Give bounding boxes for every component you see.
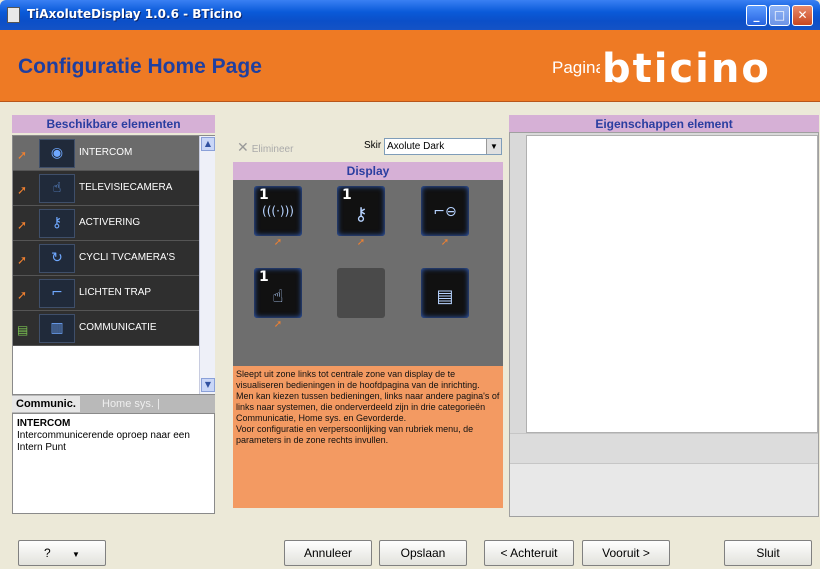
help-label: ?: [44, 546, 51, 560]
key-icon: ⚷: [39, 209, 75, 238]
drag-handle-icon[interactable]: ➚: [438, 238, 452, 248]
next-button[interactable]: Vooruit >: [582, 540, 670, 566]
minimize-icon: _: [753, 8, 760, 22]
minimize-button[interactable]: _: [746, 5, 767, 26]
bticino-logo: bticino: [600, 46, 812, 92]
tile-number: 1: [342, 187, 352, 203]
list-item-communicatie[interactable]: ▤ ▥ COMMUNICATIE: [13, 311, 199, 346]
properties-area[interactable]: [526, 135, 818, 433]
properties-band: [510, 463, 818, 516]
display-tile-empty[interactable]: [337, 268, 385, 318]
key-icon: ⚷: [354, 204, 368, 225]
stair-light-icon: ⌐⊖: [433, 204, 457, 220]
description-text: Intercommunicerende oproep naar een Inte…: [17, 430, 190, 453]
cancel-button[interactable]: Annuleer: [284, 540, 372, 566]
stair-light-icon: ⌐: [39, 279, 75, 308]
page-title: Configuratie Home Page: [18, 55, 262, 78]
display-grid: 1 (((·))) ➚ 1 ⚷ ➚ ⌐⊖ ➚ 1 ☝ ➚ ▤: [233, 180, 503, 366]
chevron-down-icon[interactable]: ▼: [486, 139, 501, 154]
drag-handle-icon[interactable]: ➚: [17, 288, 31, 302]
list-item-intercom[interactable]: ➚ ◉ INTERCOM: [13, 136, 199, 171]
description-title: INTERCOM: [17, 418, 71, 429]
list-item-cycli-tvcameras[interactable]: ➚ ↻ CYCLI TVCAMERA'S: [13, 241, 199, 276]
skin-value: Axolute Dark: [387, 141, 445, 152]
intercom-icon: (((·))): [262, 204, 294, 218]
display-tile[interactable]: ⌐⊖: [421, 186, 469, 236]
header-banner: Configuratie Home Page Pagina: 1 bticino: [0, 30, 820, 102]
drag-handle-icon[interactable]: ➚: [17, 183, 31, 197]
properties-band: [510, 433, 818, 463]
footer-bar: ? ▼ Annuleer Opslaan < Achteruit Vooruit…: [0, 524, 820, 569]
skin-select[interactable]: Axolute Dark ▼: [384, 138, 502, 155]
instructions-box: Sleept uit zone links tot centrale zone …: [233, 366, 503, 508]
scroll-down-icon[interactable]: ▼: [201, 378, 215, 392]
camera-cycle-icon: ↻: [39, 244, 75, 273]
display-toolbar: ✕ Elimineer Skir Axolute Dark ▼: [233, 135, 503, 159]
element-properties-header: Eigenschappen element: [509, 115, 819, 133]
display-tile[interactable]: ▤: [421, 268, 469, 318]
drag-handle-icon[interactable]: ➚: [17, 218, 31, 232]
list-scrollbar[interactable]: ▲ ▼: [199, 136, 215, 394]
list-item-lichten-trap[interactable]: ➚ ⌐ LICHTEN TRAP: [13, 276, 199, 311]
list-item-label: INTERCOM: [79, 147, 133, 158]
back-button[interactable]: < Achteruit: [484, 540, 574, 566]
drag-handle-icon[interactable]: ▤: [17, 323, 31, 337]
skin-label: Skir: [364, 140, 382, 151]
list-item-label: CYCLI TVCAMERA'S: [79, 252, 176, 263]
list-item-label: LICHTEN TRAP: [79, 287, 152, 298]
svg-text:bticino: bticino: [602, 48, 771, 86]
available-elements-list: ➚ ◉ INTERCOM ➚ ☝ TELEVISIECAMERA ➚ ⚷ ACT…: [12, 135, 215, 395]
maximize-icon: □: [773, 8, 786, 22]
properties-panel: [509, 132, 819, 517]
camera-hand-icon: ☝: [39, 174, 75, 203]
help-button[interactable]: ? ▼: [18, 540, 106, 566]
drag-handle-icon[interactable]: ➚: [271, 320, 285, 330]
camera-hand-icon: ☝: [272, 286, 284, 307]
available-elements-header: Beschikbare elementen: [12, 115, 215, 133]
drag-handle-icon[interactable]: ➚: [17, 253, 31, 267]
delete-icon: ✕: [237, 139, 249, 155]
save-button[interactable]: Opslaan: [379, 540, 467, 566]
drag-handle-icon[interactable]: ➚: [17, 148, 31, 162]
tab-communic[interactable]: Communic.: [12, 396, 80, 412]
drag-handle-icon[interactable]: ➚: [354, 238, 368, 248]
tile-number: 1: [259, 269, 269, 285]
scroll-up-icon[interactable]: ▲: [201, 137, 215, 151]
element-description: INTERCOM Intercommunicerende oproep naar…: [12, 413, 215, 514]
display-tile[interactable]: 1 (((·))): [254, 186, 302, 236]
delete-label: Elimineer: [251, 144, 294, 155]
chevron-down-icon: ▼: [72, 550, 80, 559]
communication-icon: ▤: [436, 286, 454, 307]
display-header: Display: [233, 162, 503, 180]
display-tile[interactable]: 1 ☝: [254, 268, 302, 318]
intercom-icon: ◉: [39, 139, 75, 168]
display-tile[interactable]: 1 ⚷: [337, 186, 385, 236]
tile-number: 1: [259, 187, 269, 203]
delete-button[interactable]: ✕ Elimineer: [237, 137, 293, 157]
close-button[interactable]: ✕: [792, 5, 813, 26]
list-item-televisiecamera[interactable]: ➚ ☝ TELEVISIECAMERA: [13, 171, 199, 206]
list-item-activering[interactable]: ➚ ⚷ ACTIVERING: [13, 206, 199, 241]
title-bar: TiAxoluteDisplay 1.0.6 - BTicino _ □ ✕: [0, 0, 820, 30]
list-item-label: TELEVISIECAMERA: [79, 182, 173, 193]
close-icon: ✕: [797, 8, 808, 22]
maximize-button[interactable]: □: [769, 5, 790, 26]
category-tabs: Communic. Home sys. |: [12, 395, 215, 413]
window-title: TiAxoluteDisplay 1.0.6 - BTicino: [27, 7, 242, 21]
tab-home-sys[interactable]: Home sys. |: [98, 396, 164, 412]
list-item-label: ACTIVERING: [79, 217, 141, 228]
communication-icon: ▥: [39, 314, 75, 343]
list-item-label: COMMUNICATIE: [79, 322, 157, 333]
app-icon: [7, 7, 20, 23]
drag-handle-icon[interactable]: ➚: [271, 238, 285, 248]
close-app-button[interactable]: Sluit: [724, 540, 812, 566]
